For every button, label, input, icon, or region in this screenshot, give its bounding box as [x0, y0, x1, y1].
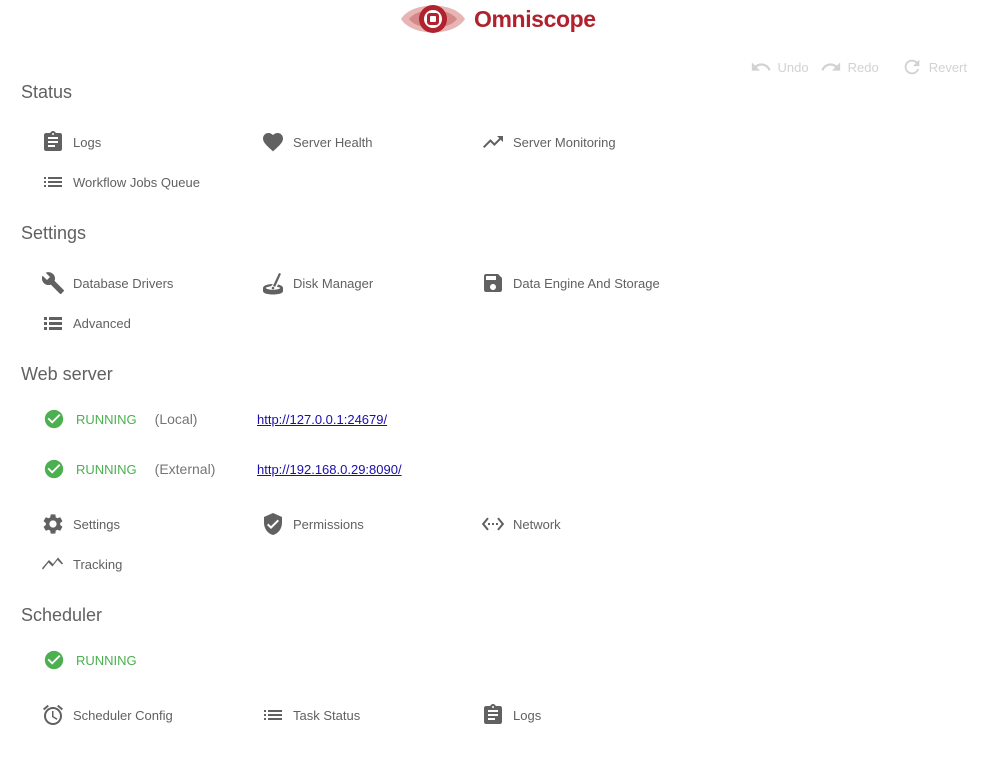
task-status-link[interactable]: Task Status: [261, 703, 360, 727]
permissions-link[interactable]: Permissions: [261, 512, 364, 536]
disk-manager-link[interactable]: Disk Manager: [261, 271, 373, 295]
data-engine-storage-link[interactable]: Data Engine And Storage: [481, 271, 660, 295]
clipboard-icon: [481, 703, 505, 727]
local-server-status: RUNNING (Local): [43, 408, 197, 430]
tracking-icon: [41, 552, 65, 576]
refresh-icon: [904, 59, 920, 75]
scheduler-logs-label: Logs: [513, 707, 542, 723]
undo-redo-toolbar: Undo Redo Revert: [750, 56, 967, 78]
undo-icon: [751, 62, 771, 71]
web-settings-label: Settings: [73, 516, 120, 532]
app-name: Omniscope: [474, 5, 596, 32]
check-circle-icon: [44, 459, 64, 479]
workflow-jobs-queue-link[interactable]: Workflow Jobs Queue: [41, 170, 200, 194]
database-drivers-link[interactable]: Database Drivers: [41, 271, 173, 295]
server-monitoring-link[interactable]: Server Monitoring: [481, 130, 616, 154]
heart-icon: [261, 130, 285, 154]
external-server-url-link[interactable]: http://192.168.0.29:8090/: [257, 462, 402, 477]
status-logs-link[interactable]: Logs: [41, 130, 101, 154]
advanced-link[interactable]: Advanced: [41, 311, 131, 335]
view-list-icon: [41, 311, 65, 335]
tracking-link[interactable]: Tracking: [41, 552, 122, 576]
settings-section-title: Settings: [21, 223, 87, 243]
local-location-label: (Local): [154, 411, 198, 427]
shield-check-icon: [261, 512, 285, 536]
save-icon: [481, 271, 505, 295]
clipboard-icon: [41, 130, 65, 154]
scheduler-section-title: Scheduler: [21, 605, 103, 625]
database-drivers-label: Database Drivers: [73, 275, 174, 291]
scheduler-config-link[interactable]: Scheduler Config: [41, 703, 173, 727]
external-server-status: RUNNING (External): [43, 458, 215, 480]
permissions-label: Permissions: [293, 516, 364, 532]
alarm-clock-icon: [41, 703, 65, 727]
app-logo: Omniscope: [400, 0, 596, 38]
list-icon: [261, 703, 285, 727]
wrench-icon: [41, 271, 65, 295]
redo-icon: [821, 62, 840, 71]
scheduler-status: RUNNING: [43, 649, 137, 671]
scheduler-logs-link[interactable]: Logs: [481, 703, 541, 727]
server-health-link[interactable]: Server Health: [261, 130, 372, 154]
external-location-label: (External): [154, 461, 216, 477]
revert-button[interactable]: Revert: [901, 56, 967, 78]
list-icon: [41, 170, 65, 194]
server-health-label: Server Health: [293, 134, 373, 150]
web-settings-link[interactable]: Settings: [41, 512, 120, 536]
task-status-label: Task Status: [293, 707, 361, 723]
advanced-label: Advanced: [73, 315, 131, 331]
network-link[interactable]: Network: [481, 512, 561, 536]
scheduler-running-status: RUNNING: [76, 652, 137, 668]
scheduler-config-label: Scheduler Config: [73, 707, 173, 723]
status-section-title: Status: [21, 82, 73, 102]
redo-label: Redo: [847, 59, 879, 75]
server-monitoring-label: Server Monitoring: [513, 134, 616, 150]
local-server-url-link[interactable]: http://127.0.0.1:24679/: [257, 412, 387, 427]
network-icon: [481, 512, 505, 536]
status-logs-label: Logs: [73, 134, 102, 150]
check-circle-icon: [44, 650, 64, 670]
web-server-section-title: Web server: [21, 364, 113, 384]
gear-icon: [41, 512, 65, 536]
workflow-jobs-queue-label: Workflow Jobs Queue: [73, 174, 200, 190]
network-label: Network: [513, 516, 561, 532]
trending-up-icon: [481, 130, 505, 154]
external-running-status: RUNNING: [76, 461, 137, 477]
omniscope-eye-icon: [401, 5, 465, 33]
redo-button[interactable]: Redo: [820, 56, 879, 78]
disk-manager-label: Disk Manager: [293, 275, 374, 291]
undo-button[interactable]: Undo: [750, 56, 809, 78]
data-engine-storage-label: Data Engine And Storage: [513, 275, 660, 291]
undo-label: Undo: [777, 59, 809, 75]
disk-manager-icon: [261, 271, 285, 295]
revert-label: Revert: [928, 59, 967, 75]
local-running-status: RUNNING: [76, 411, 137, 427]
tracking-label: Tracking: [73, 556, 123, 572]
check-circle-icon: [44, 409, 64, 429]
